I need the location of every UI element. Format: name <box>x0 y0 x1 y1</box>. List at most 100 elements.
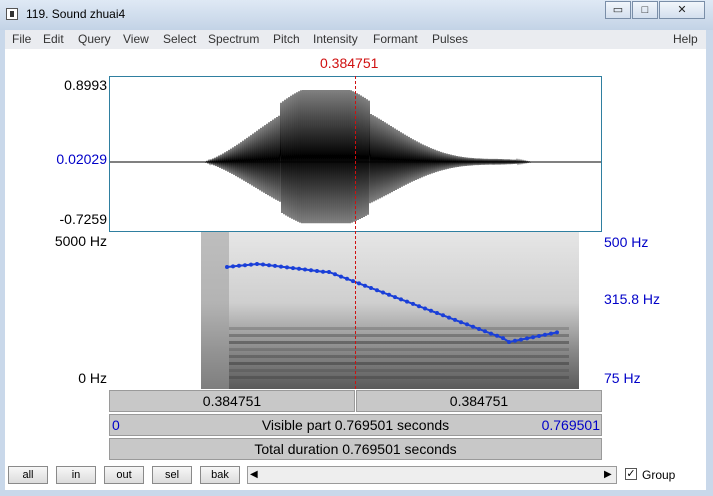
pitch-point <box>375 288 379 293</box>
pitch-point <box>297 266 301 271</box>
menu-select[interactable]: Select <box>163 32 196 46</box>
pitch-point <box>519 337 523 342</box>
pitch-point <box>453 317 457 322</box>
zoom-selection-button[interactable]: sel <box>152 466 192 484</box>
total-duration-bar[interactable]: Total duration 0.769501 seconds <box>109 438 602 460</box>
waveform-trace <box>110 89 601 224</box>
pitch-point <box>303 267 307 272</box>
pitch-point <box>381 290 385 295</box>
zoom-in-button[interactable]: in <box>56 466 96 484</box>
visible-end-time: 0.769501 <box>541 417 600 433</box>
pitch-point <box>243 263 247 268</box>
pitch-point <box>525 336 529 341</box>
pitch-point <box>279 264 283 269</box>
pitch-point <box>495 333 499 338</box>
menu-pulses[interactable]: Pulses <box>432 32 468 46</box>
pitch-point <box>327 270 331 274</box>
pitch-point <box>345 276 349 281</box>
spectrogram-top-freq: 5000 Hz <box>54 233 107 249</box>
cursor-line <box>355 76 356 389</box>
pitch-point <box>363 283 367 288</box>
pitch-point <box>483 329 487 334</box>
pitch-point <box>285 265 289 270</box>
pitch-point <box>273 263 277 268</box>
pitch-point <box>405 299 409 304</box>
zoom-out-button[interactable]: out <box>104 466 144 484</box>
pitch-point <box>459 320 463 325</box>
pitch-point <box>441 313 445 318</box>
menu-intensity[interactable]: Intensity <box>313 32 358 46</box>
pitch-point <box>447 315 451 320</box>
pitch-point <box>339 274 343 279</box>
menu-help[interactable]: Help <box>673 32 698 46</box>
pitch-point <box>417 304 421 309</box>
pitch-point <box>489 331 493 336</box>
cursor-time-label: 0.384751 <box>320 55 379 71</box>
menu-query[interactable]: Query <box>78 32 111 46</box>
menu-file[interactable]: File <box>12 32 31 46</box>
pitch-point <box>231 264 235 269</box>
spectrogram-energy <box>201 232 579 389</box>
pitch-point <box>333 272 337 277</box>
pitch-point <box>435 311 439 315</box>
formant-band <box>229 355 569 358</box>
waveform-svg <box>110 89 601 224</box>
pitch-point <box>423 306 427 311</box>
formant-band <box>229 362 569 365</box>
segment-after-cursor[interactable]: 0.384751 <box>356 390 602 412</box>
pitch-point <box>537 334 541 338</box>
pitch-point <box>249 262 253 267</box>
pitch-point <box>549 331 553 336</box>
minimize-button[interactable]: ▭ <box>605 1 631 19</box>
pitch-point <box>429 308 433 313</box>
time-scrollbar[interactable] <box>247 466 617 484</box>
pitch-point <box>225 265 229 269</box>
pitch-point <box>555 330 559 335</box>
pitch-point <box>411 301 415 306</box>
pitch-point <box>237 263 241 268</box>
pitch-point <box>471 324 475 329</box>
scroll-right-icon[interactable]: ▶ <box>604 469 612 480</box>
all-button[interactable]: all <box>8 466 48 484</box>
pitch-top-label: 500 Hz <box>604 234 649 250</box>
pitch-point <box>543 332 547 337</box>
pitch-point <box>309 268 313 273</box>
formant-band <box>229 334 569 337</box>
pitch-point <box>357 281 361 286</box>
waveform-zero-label: 0.02029 <box>56 151 107 167</box>
close-button[interactable]: ✕ <box>659 1 705 19</box>
menu-pitch[interactable]: Pitch <box>273 32 300 46</box>
group-checkbox[interactable]: ✓ <box>625 468 637 480</box>
pitch-point <box>513 338 517 343</box>
pitch-point <box>399 297 403 302</box>
pitch-point <box>321 269 325 274</box>
zoom-back-button[interactable]: bak <box>200 466 240 484</box>
waveform-max-label: 0.8993 <box>64 77 107 93</box>
pitch-point <box>267 263 271 268</box>
scroll-left-icon[interactable]: ◀ <box>250 469 258 480</box>
pitch-point <box>387 292 391 297</box>
pitch-point <box>261 262 265 267</box>
praat-icon <box>6 8 18 20</box>
visible-part-bar[interactable]: Visible part 0.769501 seconds <box>109 414 602 436</box>
pitch-point <box>369 286 373 290</box>
pitch-point <box>255 262 259 266</box>
formant-band <box>229 348 569 351</box>
formant-band <box>229 376 569 379</box>
pitch-point <box>393 295 397 300</box>
segment-before-cursor[interactable]: 0.384751 <box>109 390 355 412</box>
formant-band <box>229 341 569 344</box>
visible-start-time: 0 <box>112 417 120 433</box>
pitch-point <box>315 269 319 273</box>
pitch-point <box>531 335 535 340</box>
menu-spectrum[interactable]: Spectrum <box>208 32 259 46</box>
menu-edit[interactable]: Edit <box>43 32 64 46</box>
menu-view[interactable]: View <box>123 32 149 46</box>
pitch-point <box>291 266 295 271</box>
menu-formant[interactable]: Formant <box>373 32 418 46</box>
waveform-min-label: -0.7259 <box>59 211 107 227</box>
pitch-point <box>501 336 505 341</box>
spectrogram-bottom-freq: 0 Hz <box>78 370 107 386</box>
maximize-button[interactable]: □ <box>632 1 658 19</box>
formant-band <box>229 369 569 372</box>
